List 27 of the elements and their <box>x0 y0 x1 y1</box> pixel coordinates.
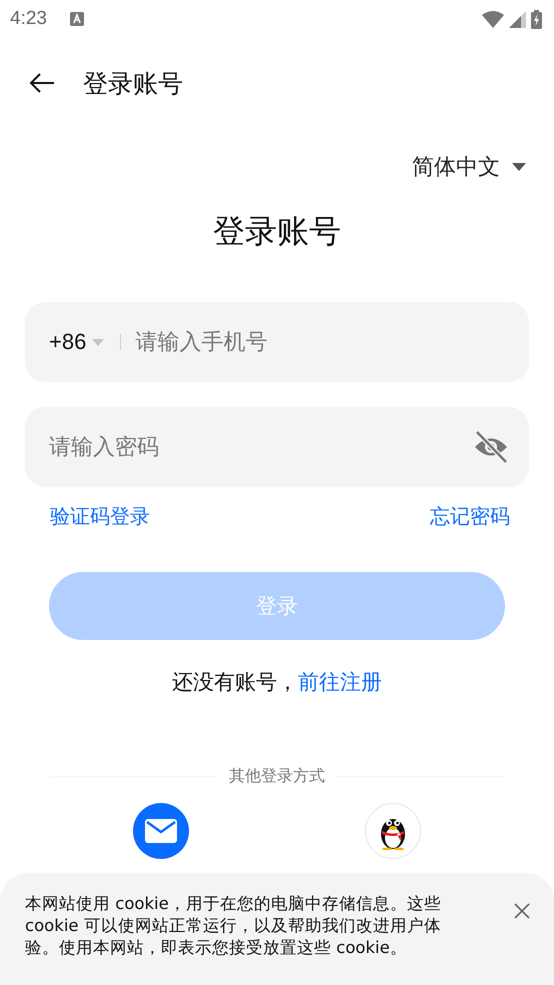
caret-icon <box>512 162 526 172</box>
password-visibility-toggle[interactable] <box>473 430 509 464</box>
close-icon <box>514 903 530 919</box>
language-selector[interactable]: 简体中文 <box>412 152 526 182</box>
back-arrow-icon <box>29 73 55 93</box>
close-button[interactable] <box>514 903 530 919</box>
other-login-label: 其他登录方式 <box>229 766 325 787</box>
signal-icon <box>509 10 526 28</box>
status-time: 4:23 <box>10 8 47 30</box>
password-input[interactable]: 请输入密码 <box>49 434 473 460</box>
country-code-selector[interactable]: +86 <box>49 329 104 355</box>
password-field[interactable]: 请输入密码 <box>25 407 529 487</box>
header-title: 登录账号 <box>83 68 183 100</box>
text-link[interactable]: 验证码登录 <box>50 503 150 530</box>
phone-field[interactable]: +86 请输入手机号 <box>25 302 529 382</box>
caret-icon <box>92 338 104 346</box>
eye-off-icon <box>473 430 509 464</box>
register-prompt: 还没有账号，前往注册 <box>171 669 383 696</box>
wifi-icon <box>482 10 504 28</box>
register-link[interactable]: 前往注册 <box>298 670 382 694</box>
keyboard-notification-icon <box>70 12 84 26</box>
envelope-icon <box>145 819 177 843</box>
page-title: 登录账号 <box>212 211 342 252</box>
battery-icon <box>531 10 542 28</box>
cookie-notice-text: 本网站使用 cookie，用于在您的电脑中存储信息。这些 cookie 可以使网站正常运行，以及帮助我们改进用户体验。使用本网站，即表示您接受放置这些 cookie。 <box>25 893 442 959</box>
text-link[interactable]: 忘记密码 <box>430 503 510 530</box>
back-button[interactable] <box>29 73 55 93</box>
